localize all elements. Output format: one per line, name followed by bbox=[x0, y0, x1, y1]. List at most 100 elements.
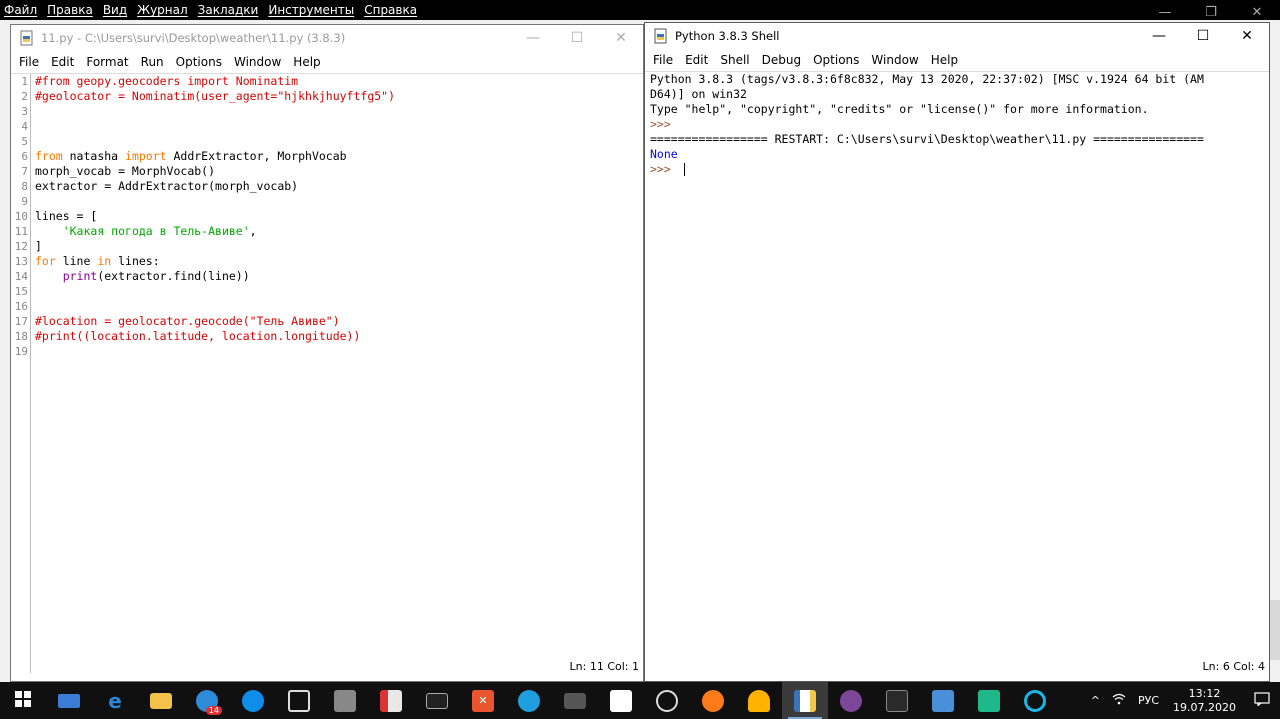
bg-menu-view[interactable]: Вид bbox=[103, 3, 127, 17]
editor-title: 11.py - C:\Users\survi\Desktop\weather\1… bbox=[41, 31, 346, 45]
shell-prompt-icon bbox=[564, 692, 586, 709]
editor-menu-help[interactable]: Help bbox=[293, 55, 320, 69]
network-icon bbox=[518, 689, 540, 712]
line-number: 4 bbox=[21, 120, 28, 133]
bg-minimize-button[interactable]: — bbox=[1142, 0, 1188, 24]
taskbar: e 14 ✕ ^ РУС 13:12 19.07.2020 bbox=[0, 682, 1280, 719]
background-scrollbar[interactable] bbox=[1270, 600, 1280, 660]
shell-menu-help[interactable]: Help bbox=[931, 53, 958, 67]
editor-menubar: File Edit Format Run Options Window Help bbox=[11, 52, 643, 72]
editor-close-button[interactable]: ✕ bbox=[599, 25, 643, 51]
clock-date: 19.07.2020 bbox=[1173, 700, 1236, 714]
shell-menu-edit[interactable]: Edit bbox=[685, 53, 708, 67]
bg-menu-bookmarks[interactable]: Закладки bbox=[198, 3, 259, 17]
bg-menu-edit[interactable]: Правка bbox=[47, 3, 93, 17]
shell-maximize-button[interactable]: ☐ bbox=[1181, 23, 1225, 49]
shell-input-line[interactable]: >>> bbox=[650, 162, 1269, 177]
wifi-icon[interactable] bbox=[1112, 693, 1126, 708]
taskbar-app-edge[interactable]: e bbox=[92, 682, 138, 719]
bg-menu-help[interactable]: Справка bbox=[364, 3, 417, 17]
taskbar-app-people[interactable] bbox=[920, 682, 966, 719]
shell-output-area[interactable]: Python 3.8.3 (tags/v3.8.3:6f8c832, May 1… bbox=[645, 71, 1269, 673]
editor-minimize-button[interactable]: — bbox=[511, 25, 555, 51]
taskbar-app-cmd[interactable] bbox=[414, 682, 460, 719]
keyword: import bbox=[125, 149, 167, 163]
taskbar-app-network[interactable] bbox=[506, 682, 552, 719]
comment: #print((location.latitude, location.long… bbox=[35, 329, 361, 343]
taskbar-app-cortana[interactable] bbox=[1012, 682, 1058, 719]
background-window-controls: — ❐ ✕ bbox=[1142, 0, 1280, 24]
shell-menu-debug[interactable]: Debug bbox=[762, 53, 801, 67]
shell-title: Python 3.8.3 Shell bbox=[675, 29, 780, 43]
taskbar-app-pdf[interactable] bbox=[368, 682, 414, 719]
clock[interactable]: 13:12 19.07.2020 bbox=[1173, 687, 1236, 715]
shell-menu-shell[interactable]: Shell bbox=[720, 53, 749, 67]
comment: #geolocator = Nominatim(user_agent="hjkh… bbox=[35, 89, 396, 103]
shell-banner-line: D64)] on win32 bbox=[650, 87, 747, 101]
pdf-icon bbox=[380, 689, 402, 712]
code-text: (extractor.find(line)) bbox=[97, 269, 250, 283]
taskbar-app-unreal[interactable] bbox=[644, 682, 690, 719]
taskbar-app-vnc[interactable] bbox=[598, 682, 644, 719]
taskbar-app-epic[interactable] bbox=[874, 682, 920, 719]
taskbar-app-virtualbox[interactable] bbox=[276, 682, 322, 719]
bg-menu-file[interactable]: Файл bbox=[4, 3, 37, 17]
taskbar-app-archiver[interactable] bbox=[322, 682, 368, 719]
editor-menu-edit[interactable]: Edit bbox=[51, 55, 74, 69]
editor-menu-run[interactable]: Run bbox=[141, 55, 164, 69]
line-number: 19 bbox=[14, 345, 28, 358]
notification-center-button[interactable] bbox=[1244, 682, 1280, 719]
taskbar-app-computer[interactable] bbox=[46, 682, 92, 719]
editor-menu-format[interactable]: Format bbox=[86, 55, 128, 69]
taskbar-app-powershell[interactable] bbox=[552, 682, 598, 719]
line-number: 2 bbox=[21, 90, 28, 103]
bg-restore-button[interactable]: ❐ bbox=[1188, 0, 1234, 24]
taskbar-app-teamviewer[interactable] bbox=[230, 682, 276, 719]
bg-close-button[interactable]: ✕ bbox=[1234, 0, 1280, 24]
editor-menu-options[interactable]: Options bbox=[176, 55, 222, 69]
editor-maximize-button[interactable]: ☐ bbox=[555, 25, 599, 51]
taskbar-app-xmind[interactable]: ✕ bbox=[460, 682, 506, 719]
line-number: 16 bbox=[14, 300, 28, 313]
shell-titlebar[interactable]: Python 3.8.3 Shell — ☐ ✕ bbox=[645, 23, 1269, 49]
shell-menu-options[interactable]: Options bbox=[813, 53, 859, 67]
code-line-18: #print((location.latitude, location.long… bbox=[35, 329, 643, 344]
taskbar-app-tor[interactable] bbox=[828, 682, 874, 719]
code-content[interactable]: #from geopy.geocoders import Nominatim #… bbox=[35, 74, 643, 673]
bg-menu-tools[interactable]: Инструменты bbox=[268, 3, 354, 17]
mail-badge: 14 bbox=[205, 706, 222, 715]
shell-menu-file[interactable]: File bbox=[653, 53, 673, 67]
code-text: , bbox=[249, 224, 257, 238]
taskbar-app-media[interactable] bbox=[736, 682, 782, 719]
code-line-14: print(extractor.find(line)) bbox=[35, 269, 643, 284]
code-line-10: lines = [ bbox=[35, 209, 643, 224]
editor-status: Ln: 11 Col: 1 bbox=[569, 660, 639, 673]
line-number: 10 bbox=[14, 210, 28, 223]
tray-expand-icon[interactable]: ^ bbox=[1091, 694, 1100, 707]
comment: #from geopy.geocoders import Nominatim bbox=[35, 74, 299, 88]
taskbar-app-shield[interactable] bbox=[966, 682, 1012, 719]
editor-text-area[interactable]: 1 2 3 4 5 6 7 8 9 10 11 12 13 14 15 16 1… bbox=[11, 73, 643, 673]
taskbar-app-python[interactable] bbox=[782, 682, 828, 719]
editor-menu-window[interactable]: Window bbox=[234, 55, 281, 69]
start-button[interactable] bbox=[0, 682, 46, 719]
background-menubar: Файл Правка Вид Журнал Закладки Инструме… bbox=[0, 0, 1280, 20]
bg-menu-history[interactable]: Журнал bbox=[137, 3, 188, 17]
taskbar-app-mail[interactable]: 14 bbox=[184, 682, 230, 719]
shell-close-button[interactable]: ✕ bbox=[1225, 23, 1269, 49]
editor-titlebar[interactable]: 11.py - C:\Users\survi\Desktop\weather\1… bbox=[11, 25, 643, 51]
string-literal: 'Какая погода в Тель-Авиве' bbox=[62, 224, 250, 238]
taskbar-app-explorer[interactable] bbox=[138, 682, 184, 719]
code-text: AddrExtractor, MorphVocab bbox=[166, 149, 347, 163]
code-line-11: 'Какая погода в Тель-Авиве', bbox=[35, 224, 643, 239]
shell-minimize-button[interactable]: — bbox=[1137, 23, 1181, 49]
python-icon bbox=[794, 689, 816, 712]
language-indicator[interactable]: РУС bbox=[1138, 694, 1159, 707]
shell-menu-window[interactable]: Window bbox=[871, 53, 918, 67]
taskbar-app-firefox[interactable] bbox=[690, 682, 736, 719]
editor-menu-file[interactable]: File bbox=[19, 55, 39, 69]
epic-games-icon bbox=[886, 689, 908, 712]
